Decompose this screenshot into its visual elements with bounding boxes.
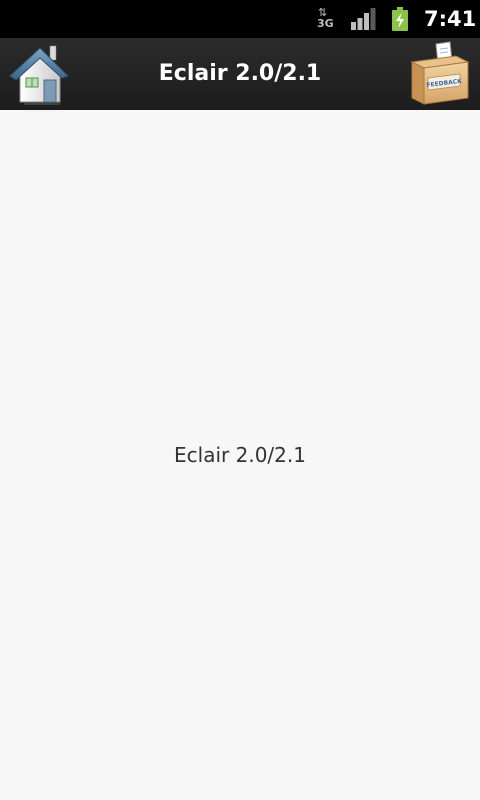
status-clock: 7:41 xyxy=(424,7,477,31)
network-indicator: ⇅ 3G xyxy=(316,7,334,31)
status-bar: ⇅ 3G 7:41 xyxy=(0,0,480,38)
feedback-button[interactable]: FEEDBACK xyxy=(406,40,474,108)
home-button[interactable] xyxy=(6,40,74,108)
action-bar: Eclair 2.0/2.1 FEEDBACK xyxy=(0,38,480,111)
main-content: Eclair 2.0/2.1 xyxy=(0,110,480,800)
network-type-label: 3G xyxy=(317,17,334,30)
house-icon xyxy=(9,45,69,105)
content-text: Eclair 2.0/2.1 xyxy=(174,443,306,467)
feedback-box-icon: FEEDBACK xyxy=(410,41,470,105)
action-bar-title: Eclair 2.0/2.1 xyxy=(158,61,322,86)
battery-charging-icon xyxy=(392,7,408,31)
signal-strength-icon xyxy=(351,8,376,30)
